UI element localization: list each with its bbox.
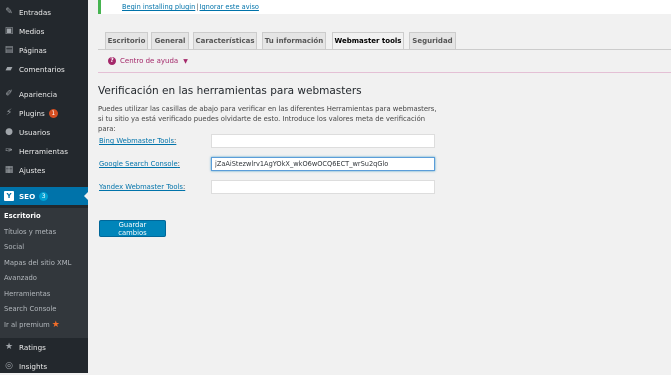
page-title: Verificación en las herramientas para we… — [98, 85, 362, 97]
tab-general[interactable]: General — [151, 32, 189, 50]
sidebar-item-ajustes[interactable]: ▦ Ajustes — [0, 161, 88, 179]
star-icon: ★ — [4, 342, 14, 352]
question-icon: ? — [108, 57, 116, 65]
sidebar-item-comentarios[interactable]: ▰ Comentarios — [0, 60, 88, 78]
help-divider — [98, 72, 671, 73]
bing-label[interactable]: Bing Webmaster Tools: — [99, 137, 176, 145]
insights-icon: ◎ — [5, 361, 13, 371]
submenu-premium-label: Ir al premium — [4, 321, 50, 329]
sidebar-item-label: Comentarios — [19, 64, 65, 74]
submenu-item-avanzado[interactable]: Avanzado — [4, 274, 37, 282]
begin-installing-link[interactable]: Begin installing plugin — [122, 3, 195, 11]
admin-sidebar: ✎ Entradas ▣ Medios ▤ Páginas ▰ Comentar… — [0, 0, 88, 373]
sidebar-item-label: Entradas — [19, 7, 51, 17]
seo-notification-badge: 3 — [39, 191, 49, 201]
tabs-divider — [98, 49, 671, 50]
tab-webmaster-tools[interactable]: Webmaster tools — [332, 32, 404, 50]
bing-verify-input[interactable] — [211, 134, 435, 148]
star-icon: ★ — [51, 320, 60, 330]
ignore-notice-link[interactable]: Ignorar este aviso — [200, 3, 259, 11]
sidebar-item-apariencia[interactable]: ✐ Apariencia — [0, 85, 88, 103]
submenu-item-premium[interactable]: Ir al premium ★ — [4, 320, 60, 330]
tab-seguridad[interactable]: Seguridad — [409, 32, 456, 50]
media-icon: ▣ — [4, 26, 14, 36]
sidebar-item-label: Plugins — [19, 108, 45, 118]
sidebar-item-label: Ratings — [19, 342, 46, 352]
sidebar-item-label: Medios — [19, 26, 45, 36]
seo-submenu: Escritorio Títulos y metas Social Mapas … — [0, 208, 88, 338]
sidebar-item-label: Insights — [19, 361, 48, 371]
brush-icon: ✐ — [5, 89, 13, 99]
label-suffix: : — [182, 183, 186, 191]
settings-icon: ▦ — [4, 165, 14, 175]
yandex-label[interactable]: Yandex Webmaster Tools: — [99, 183, 185, 191]
pin-icon: ✎ — [5, 7, 13, 17]
comment-icon: ▰ — [5, 64, 13, 74]
bing-label-text: Bing Webmaster Tools — [99, 137, 175, 145]
yandex-verify-input[interactable] — [211, 180, 435, 194]
pages-icon: ▤ — [4, 45, 14, 55]
sidebar-item-paginas[interactable]: ▤ Páginas — [0, 41, 88, 59]
plugins-update-badge: 1 — [48, 108, 58, 118]
submenu-item-sitemaps[interactable]: Mapas del sitio XML — [4, 259, 71, 267]
yoast-icon: Y — [4, 191, 14, 201]
tab-caracteristicas[interactable]: Características — [193, 32, 257, 50]
yandex-label-text: Yandex Webmaster Tools — [99, 183, 183, 191]
notice-separator: | — [196, 3, 199, 11]
google-verify-input[interactable] — [211, 157, 435, 171]
save-button[interactable]: Guardar cambios — [99, 220, 166, 237]
label-suffix: : — [177, 160, 180, 168]
sidebar-item-herramientas[interactable]: ✑ Herramientas — [0, 142, 88, 160]
sidebar-item-label: Herramientas — [19, 146, 68, 156]
submenu-item-titulos[interactable]: Títulos y metas — [4, 228, 56, 236]
google-label[interactable]: Google Search Console: — [99, 160, 180, 168]
google-label-text: Google Search Console — [99, 160, 178, 168]
sidebar-item-label: Ajustes — [19, 165, 46, 175]
sidebar-item-label: Usuarios — [19, 127, 51, 137]
label-suffix: : — [174, 137, 177, 145]
sidebar-item-ratings[interactable]: ★ Ratings — [0, 338, 88, 356]
caret-down-icon: ▼ — [183, 57, 188, 65]
users-icon: ● — [5, 127, 13, 137]
submenu-item-herramientas[interactable]: Herramientas — [4, 290, 50, 298]
submenu-item-escritorio[interactable]: Escritorio — [4, 212, 41, 220]
plugin-notice: Begin installing plugin|Ignorar este avi… — [98, 0, 671, 14]
page-description: Puedes utilizar las casillas de abajo pa… — [98, 105, 437, 133]
help-center-toggle[interactable]: ? Centro de ayuda ▼ — [108, 57, 188, 65]
tab-tu-informacion[interactable]: Tu información — [262, 32, 326, 50]
sidebar-item-plugins[interactable]: ⚡ Plugins 1 — [0, 104, 88, 122]
tab-escritorio[interactable]: Escritorio — [105, 32, 148, 50]
sidebar-item-insights[interactable]: ◎ Insights — [0, 357, 88, 375]
sidebar-item-usuarios[interactable]: ● Usuarios — [0, 123, 88, 141]
sidebar-item-label: Apariencia — [19, 89, 58, 99]
wrench-icon: ✑ — [5, 146, 13, 156]
sidebar-item-label: SEO — [19, 191, 36, 201]
sidebar-item-seo[interactable]: Y SEO 3 — [0, 187, 88, 205]
help-center-label: Centro de ayuda — [120, 57, 179, 65]
sidebar-item-label: Páginas — [19, 45, 47, 55]
plugin-icon: ⚡ — [5, 108, 13, 118]
submenu-item-search-console[interactable]: Search Console — [4, 305, 57, 313]
sidebar-item-entradas[interactable]: ✎ Entradas — [0, 3, 88, 21]
sidebar-item-medios[interactable]: ▣ Medios — [0, 22, 88, 40]
submenu-item-social[interactable]: Social — [4, 243, 24, 251]
